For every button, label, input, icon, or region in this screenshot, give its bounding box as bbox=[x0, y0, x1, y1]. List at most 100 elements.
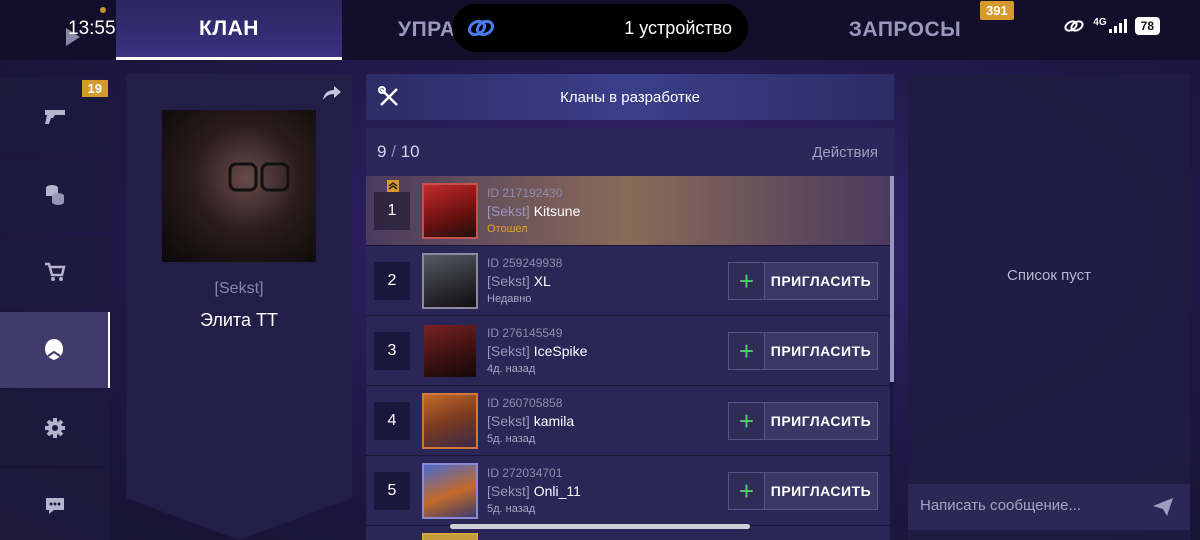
message-input[interactable]: Написать сообщение... bbox=[920, 497, 1081, 514]
member-nickname: Onli_11 bbox=[533, 483, 581, 499]
share-icon[interactable] bbox=[322, 84, 342, 102]
weapons-badge: 19 bbox=[81, 80, 108, 97]
requests-panel: Список пуст Написать сообщение... bbox=[908, 74, 1190, 540]
tab-requests[interactable]: ЗАПРОСЫ bbox=[820, 0, 990, 60]
avatar-glasses bbox=[228, 162, 290, 192]
top-bar: 13:55 КЛАН УПРАВ ЗАПРОСЫ 391 1 устройств… bbox=[0, 0, 1200, 60]
signal-icon bbox=[1108, 19, 1127, 33]
plus-icon: + bbox=[729, 403, 765, 439]
message-bar: Написать сообщение... bbox=[908, 484, 1190, 530]
member-nickname: kamila bbox=[533, 413, 575, 429]
gear-icon bbox=[45, 418, 65, 438]
sidebar-item-clan[interactable] bbox=[0, 312, 110, 388]
member-nickname: XL bbox=[533, 273, 551, 289]
home-indicator[interactable] bbox=[450, 524, 750, 529]
empty-list-message: Список пуст bbox=[1007, 267, 1091, 284]
member-count-capacity: 10 bbox=[400, 142, 420, 161]
sidebar-item-shop[interactable] bbox=[0, 234, 110, 310]
member-rank: 3 bbox=[374, 332, 410, 370]
cart-icon bbox=[45, 262, 66, 281]
invite-button[interactable]: + ПРИГЛАСИТЬ bbox=[728, 472, 878, 510]
member-avatar bbox=[422, 323, 478, 379]
member-rank: 5 bbox=[374, 472, 410, 510]
member-row[interactable]: 3 ID 276145549 [Sekst] IceSpike 4д. наза… bbox=[366, 316, 890, 386]
invite-label: ПРИГЛАСИТЬ bbox=[770, 483, 872, 499]
member-rank: 1 bbox=[374, 192, 410, 230]
list-scrollbar[interactable] bbox=[890, 176, 894, 382]
link-icon bbox=[467, 19, 495, 37]
member-id: ID 260705858 bbox=[487, 396, 563, 410]
member-name: [Sekst] IceSpike bbox=[487, 343, 587, 359]
sidebar-item-weapons[interactable]: 19 bbox=[0, 78, 110, 154]
link-status-icon bbox=[1064, 20, 1084, 32]
profile-panel: [Sekst] Элита ТТ bbox=[126, 74, 352, 540]
member-name: [Sekst] XL bbox=[487, 273, 551, 289]
coins-icon bbox=[46, 185, 64, 205]
invite-label: ПРИГЛАСИТЬ bbox=[770, 343, 872, 359]
member-name: [Sekst] Onli_11 bbox=[487, 483, 581, 499]
member-status: Недавно bbox=[487, 293, 532, 305]
actions-button[interactable]: Действия bbox=[812, 144, 878, 161]
send-icon[interactable] bbox=[1152, 497, 1174, 517]
dev-banner-text: Кланы в разработке bbox=[560, 88, 700, 106]
tab-requests-label: ЗАПРОСЫ bbox=[848, 18, 962, 41]
member-status: 5д. назад bbox=[487, 503, 536, 515]
invite-label: ПРИГЛАСИТЬ bbox=[770, 413, 872, 429]
member-row[interactable]: 5 ID 272034701 [Sekst] Onli_11 5д. назад… bbox=[366, 456, 890, 526]
member-avatar bbox=[422, 463, 478, 519]
member-nickname: IceSpike bbox=[533, 343, 588, 359]
member-clan-tag: [Sekst] bbox=[487, 343, 530, 359]
member-clan-tag: [Sekst] bbox=[487, 413, 530, 429]
member-avatar bbox=[422, 183, 478, 239]
member-avatar bbox=[422, 253, 478, 309]
tab-clan-label: КЛАН bbox=[199, 16, 259, 40]
members-header: 9 / 10 Действия bbox=[366, 128, 894, 176]
profile-clan-tag: [Sekst] bbox=[214, 280, 264, 297]
camera-indicator bbox=[100, 7, 106, 13]
member-row[interactable]: 1 ID 217192430 [Sekst] Kitsune Отошел bbox=[366, 176, 890, 246]
invite-button[interactable]: + ПРИГЛАСИТЬ bbox=[728, 332, 878, 370]
member-status: 5д. назад bbox=[487, 433, 536, 445]
members-list: 1 ID 217192430 [Sekst] Kitsune Отошел 2 … bbox=[366, 176, 894, 540]
invite-label: ПРИГЛАСИТЬ bbox=[770, 273, 872, 289]
member-name: [Sekst] Kitsune bbox=[487, 203, 580, 219]
member-id: ID 272034701 bbox=[487, 466, 563, 480]
sidebar-item-settings[interactable] bbox=[0, 390, 110, 466]
member-id: ID 217192430 bbox=[487, 186, 563, 200]
sidebar-item-chat[interactable] bbox=[0, 468, 110, 540]
dynamic-island[interactable]: 1 устройство bbox=[452, 4, 748, 52]
member-avatar bbox=[422, 393, 478, 449]
dev-banner: Кланы в разработке bbox=[366, 74, 894, 120]
member-row[interactable]: 4 ID 260705858 [Sekst] kamila 5д. назад … bbox=[366, 386, 890, 456]
invite-button[interactable]: + ПРИГЛАСИТЬ bbox=[728, 402, 878, 440]
status-time: 13:55 bbox=[68, 18, 116, 39]
sidebar-item-coins[interactable] bbox=[0, 156, 110, 232]
member-row[interactable]: 2 ID 259249938 [Sekst] XL Недавно + ПРИГ… bbox=[366, 246, 890, 316]
member-name: [Sekst] kamila bbox=[487, 413, 574, 429]
member-id: ID 259249938 bbox=[487, 256, 563, 270]
network-type: 4G bbox=[1093, 17, 1107, 28]
system-icons: 4G 78 bbox=[1063, 17, 1160, 35]
member-id: ID 276145549 bbox=[487, 326, 563, 340]
plus-icon: + bbox=[729, 263, 765, 299]
gun-icon bbox=[45, 110, 65, 124]
invite-button[interactable]: + ПРИГЛАСИТЬ bbox=[728, 262, 878, 300]
member-status: 4д. назад bbox=[487, 363, 536, 375]
member-status: Отошел bbox=[487, 223, 528, 235]
requests-badge: 391 bbox=[980, 1, 1014, 20]
members-panel: 9 / 10 Действия 1 ID 217192430 [Sekst] K… bbox=[366, 128, 894, 540]
member-clan-tag: [Sekst] bbox=[487, 483, 530, 499]
leader-rank-icon bbox=[387, 180, 399, 192]
member-rank: 2 bbox=[374, 262, 410, 300]
member-nickname: Kitsune bbox=[533, 203, 581, 219]
member-rank: 4 bbox=[374, 402, 410, 440]
plus-icon: + bbox=[729, 333, 765, 369]
tab-clan[interactable]: КЛАН bbox=[116, 0, 342, 60]
chat-icon bbox=[46, 498, 64, 514]
battery-indicator: 78 bbox=[1134, 17, 1160, 35]
profile-name: Элита ТТ bbox=[200, 310, 278, 330]
sidebar: 19 bbox=[0, 78, 112, 540]
clan-icon bbox=[45, 339, 63, 360]
plus-icon: + bbox=[729, 473, 765, 509]
profile-avatar[interactable] bbox=[162, 110, 316, 262]
